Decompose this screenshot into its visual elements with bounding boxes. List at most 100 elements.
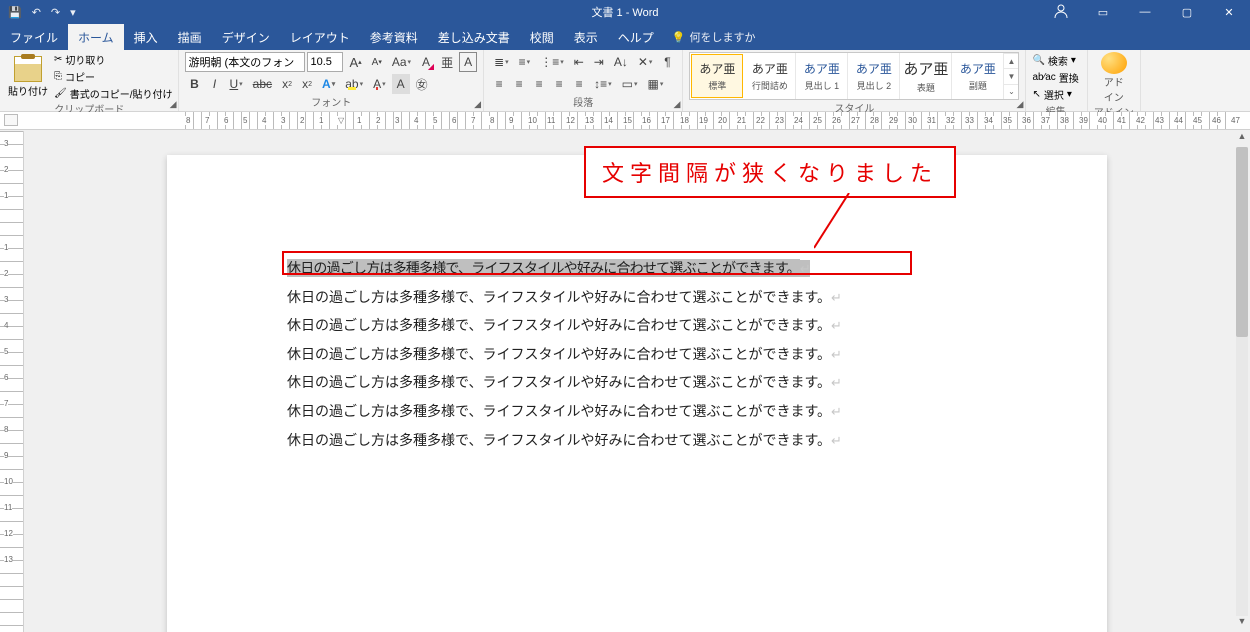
clipboard-dialog-launcher[interactable]: ◢ [170,99,177,110]
vertical-ruler[interactable]: 32112345678910111213 [0,131,24,632]
paragraph-1[interactable]: 休日の過ごし方は多種多様で、ライフスタイルや好みに合わせて選ぶことができます。↵ [287,284,987,313]
show-hide-button[interactable]: ¶ [658,52,676,72]
font-dialog-launcher[interactable]: ◢ [474,99,481,110]
ruler-tick: 3 [4,295,8,304]
tab-design[interactable]: デザイン [212,24,280,50]
tell-me-search[interactable]: 💡 何をしますか [672,24,756,50]
copy-button[interactable]: ⎘コピー [54,69,172,84]
shrink-font-button[interactable]: A▾ [368,52,386,72]
qat-dropdown-icon[interactable]: ▾ [70,6,76,19]
font-name-select[interactable] [185,52,305,72]
undo-icon[interactable]: ↶ [32,6,41,19]
account-icon[interactable] [1040,0,1082,26]
document-canvas[interactable]: 休日の過ごし方は多種多様で、ライフスタイルや好みに合わせて選ぶことができます。↵… [24,131,1250,632]
subscript-button[interactable]: x2 [278,74,296,94]
justify-button[interactable]: ≡ [550,74,568,94]
paste-button[interactable]: 貼り付け [6,56,50,98]
close-icon[interactable]: ✕ [1208,2,1250,23]
style-item-1[interactable]: あア亜行間詰め [744,53,796,99]
sort-button[interactable]: A↓ [610,52,632,72]
gallery-down-icon[interactable]: ▼ [1004,68,1018,83]
tab-help[interactable]: ヘルプ [608,24,664,50]
char-shading-button[interactable]: A [392,74,410,94]
enclose-char-button[interactable]: ㊛ [412,74,432,94]
horizontal-ruler[interactable]: 87654321▽1234567891011121314151617181920… [0,112,1250,130]
distributed-button[interactable]: ≡ [570,74,588,94]
return-mark-icon: ↵ [831,347,842,362]
highlight-button[interactable]: ab▾ [341,74,367,94]
style-item-5[interactable]: あア亜副題 [952,53,1004,99]
addin-button[interactable]: アド イン [1101,52,1127,104]
redo-icon[interactable]: ↷ [51,6,60,19]
tab-layout[interactable]: レイアウト [280,24,360,50]
shading-button[interactable]: ▭▾ [618,74,642,94]
tab-view[interactable]: 表示 [564,24,608,50]
bullets-button[interactable]: ≣▾ [490,52,513,72]
minimize-icon[interactable]: — [1124,2,1166,22]
style-item-0[interactable]: あア亜標準 [691,54,743,98]
phonetic-guide-button[interactable]: 亜 [437,52,457,72]
scrollbar-thumb[interactable] [1236,147,1248,337]
paragraph-6[interactable]: 休日の過ごし方は多種多様で、ライフスタイルや好みに合わせて選ぶことができます。↵ [287,427,987,456]
numbering-button[interactable]: ≡▾ [515,52,535,72]
paragraph-dialog-launcher[interactable]: ◢ [674,99,681,110]
multilevel-list-button[interactable]: ⋮≡▾ [536,52,568,72]
font-size-select[interactable] [307,52,343,72]
styles-dialog-launcher[interactable]: ◢ [1017,99,1024,110]
strikethrough-button[interactable]: abc [249,74,276,94]
italic-button[interactable]: I [205,74,223,94]
format-painter-button[interactable]: 🖌書式のコピー/貼り付け [54,86,172,101]
style-item-3[interactable]: あア亜見出し 2 [848,53,900,99]
superscript-button[interactable]: x2 [298,74,316,94]
paragraph-3[interactable]: 休日の過ごし方は多種多様で、ライフスタイルや好みに合わせて選ぶことができます。↵ [287,341,987,370]
vertical-scrollbar[interactable]: ▲ ▼ [1234,131,1250,632]
replace-button[interactable]: ab⁄ac置換 [1032,69,1078,86]
style-preview: あア亜 [752,60,788,77]
clear-formatting-button[interactable]: A◢ [417,52,435,72]
line-spacing-button[interactable]: ↕≡▾ [590,74,616,94]
tab-references[interactable]: 参考資料 [360,24,428,50]
tab-file[interactable]: ファイル [0,24,68,50]
align-right-button[interactable]: ≡ [530,74,548,94]
character-border-button[interactable]: A [459,52,477,72]
align-left-button[interactable]: ≡ [490,74,508,94]
select-button[interactable]: ↖選択▾ [1032,86,1078,103]
tab-draw[interactable]: 描画 [168,24,212,50]
tab-mailings[interactable]: 差し込み文書 [428,24,520,50]
style-name: 行間詰め [752,79,788,92]
asian-layout-button[interactable]: ✕▾ [634,52,657,72]
ruler-tick: 12 [565,116,576,125]
tab-insert[interactable]: 挿入 [124,24,168,50]
underline-button[interactable]: U▾ [225,74,246,94]
style-item-4[interactable]: あア亜表題 [900,53,952,99]
style-name: 副題 [969,79,987,92]
increase-indent-button[interactable]: ⇥ [590,52,608,72]
scroll-down-icon[interactable]: ▼ [1234,616,1250,632]
paragraph-4[interactable]: 休日の過ごし方は多種多様で、ライフスタイルや好みに合わせて選ぶことができます。↵ [287,369,987,398]
tab-review[interactable]: 校閲 [520,24,564,50]
save-icon[interactable]: 💾 [8,6,22,19]
cut-button[interactable]: ✂切り取り [54,52,172,67]
maximize-icon[interactable]: ▢ [1166,2,1208,23]
borders-button[interactable]: ▦▾ [643,74,667,94]
return-mark-icon: ↵ [831,433,842,448]
gallery-up-icon[interactable]: ▲ [1004,53,1018,68]
ruler-tick: 6 [451,116,457,125]
grow-font-button[interactable]: A▴ [345,52,365,72]
decrease-indent-button[interactable]: ⇤ [570,52,588,72]
ruler-tick: 5 [242,116,248,125]
text-effects-button[interactable]: A▾ [318,74,339,94]
find-button[interactable]: 🔍検索▾ [1032,52,1078,69]
paragraph-2[interactable]: 休日の過ごし方は多種多様で、ライフスタイルや好みに合わせて選ぶことができます。↵ [287,312,987,341]
bold-button[interactable]: B [185,74,203,94]
font-color-button[interactable]: A▾ [369,74,390,94]
page[interactable]: 休日の過ごし方は多種多様で、ライフスタイルや好みに合わせて選ぶことができます。↵… [167,155,1107,632]
change-case-button[interactable]: Aa▾ [388,52,415,72]
style-item-2[interactable]: あア亜見出し 1 [796,53,848,99]
ribbon-display-icon[interactable]: ▭ [1082,2,1124,23]
tab-home[interactable]: ホーム [68,24,124,50]
gallery-more-icon[interactable]: ⌄ [1004,84,1018,99]
align-center-button[interactable]: ≡ [510,74,528,94]
paragraph-5[interactable]: 休日の過ごし方は多種多様で、ライフスタイルや好みに合わせて選ぶことができます。↵ [287,398,987,427]
scroll-up-icon[interactable]: ▲ [1234,131,1250,147]
